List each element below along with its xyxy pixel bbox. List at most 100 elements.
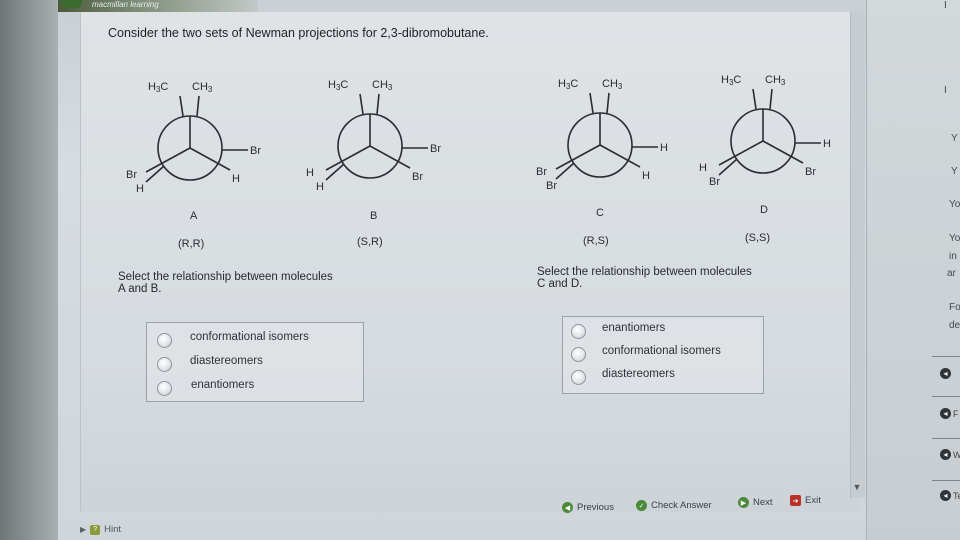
right-panel-item-2-label: F bbox=[953, 409, 959, 419]
right-panel-fragment-1: Y bbox=[951, 133, 958, 144]
molecule-d-label-back-bottom-left: Br bbox=[709, 176, 720, 188]
previous-icon: ◀ bbox=[562, 502, 573, 513]
molecule-a-back-bond-top-left bbox=[179, 95, 184, 117]
part2-prompt: Select the relationship between molecule… bbox=[537, 266, 752, 290]
right-panel-divider-2 bbox=[932, 396, 960, 397]
part1-radio-2[interactable] bbox=[157, 357, 172, 372]
right-panel-fragment-4: Yo bbox=[949, 233, 960, 244]
molecule-a-config: (R,R) bbox=[178, 238, 205, 250]
right-panel-fragment-5: in bbox=[949, 251, 957, 262]
molecule-c-front-bond-left bbox=[555, 144, 601, 170]
part1-radio-3[interactable] bbox=[157, 381, 172, 396]
molecule-a-back-bond-top-right bbox=[196, 95, 200, 117]
molecule-c-back-bond-top-left bbox=[589, 92, 594, 114]
molecule-d-back-bond-bottom-left bbox=[718, 158, 738, 176]
part2-radio-1[interactable] bbox=[571, 324, 586, 339]
check-answer-button[interactable]: ✓ Check Answer bbox=[636, 500, 712, 511]
molecule-b-back-bond-top-left bbox=[359, 93, 364, 115]
right-panel-fragment-3: Yo bbox=[949, 199, 960, 210]
question-scrollbar[interactable] bbox=[850, 12, 865, 498]
molecule-b-front-bond-left bbox=[325, 145, 371, 171]
molecule-b-label-back-top-right: CH3 bbox=[372, 79, 393, 92]
part1-option-1[interactable]: conformational isomers bbox=[190, 331, 309, 343]
molecule-d-front-bond-right bbox=[762, 140, 804, 164]
molecule-c-front-bond-right bbox=[599, 144, 641, 168]
right-panel-item-3-icon[interactable]: ◂ bbox=[940, 449, 951, 460]
molecule-c-label-back-top-left: H3C bbox=[558, 78, 578, 91]
right-panel-item-3-label: W bbox=[953, 450, 960, 460]
molecule-a-label-back-bottom-left: H bbox=[136, 183, 144, 195]
next-icon: ▶ bbox=[738, 497, 749, 508]
molecule-d-front-bond-left bbox=[718, 140, 764, 166]
part2-prompt-line1: Select the relationship between molecule… bbox=[537, 266, 752, 278]
part2-option-1[interactable]: enantiomers bbox=[602, 322, 665, 334]
checkmark-icon: ✓ bbox=[636, 500, 647, 511]
scroll-down-icon[interactable]: ▼ bbox=[850, 480, 864, 494]
molecule-d-letter: D bbox=[760, 204, 768, 216]
hint-link[interactable]: ▶ ? Hint bbox=[80, 524, 121, 535]
right-panel-fragment-7: Fo bbox=[949, 302, 960, 313]
expand-arrow-icon: ▶ bbox=[80, 525, 87, 534]
molecule-a-label-back-top-right: CH3 bbox=[192, 81, 213, 94]
molecule-d-label-back-right: H bbox=[823, 138, 831, 150]
molecule-c-label-front-left: Br bbox=[536, 166, 547, 178]
part1-prompt: Select the relationship between molecule… bbox=[118, 271, 333, 295]
molecule-a-label-front-right: H bbox=[232, 173, 240, 185]
previous-label: Previous bbox=[577, 502, 614, 513]
molecule-b-label-back-top-left: H3C bbox=[328, 79, 348, 92]
molecule-a-front-bond-left bbox=[145, 147, 191, 173]
exit-button[interactable]: ➜ Exit bbox=[790, 495, 821, 506]
right-panel-letter-1: I bbox=[944, 0, 947, 11]
molecule-d-label-front-right: Br bbox=[805, 166, 816, 178]
molecule-b-config: (S,R) bbox=[357, 236, 383, 248]
molecule-c-letter: C bbox=[596, 207, 604, 219]
right-panel-divider-3 bbox=[932, 438, 960, 439]
part2-prompt-line2: C and D. bbox=[537, 278, 583, 290]
part1-option-2[interactable]: diastereomers bbox=[190, 355, 263, 367]
molecule-d-label-front-left: H bbox=[699, 162, 707, 174]
part2-option-3[interactable]: diastereomers bbox=[602, 368, 675, 380]
right-panel-fragment-2: Y bbox=[951, 166, 958, 177]
right-panel-letter-2: I bbox=[944, 85, 947, 96]
molecule-a-label-back-top-left: H3C bbox=[148, 81, 168, 94]
molecule-d-label-back-top-right: CH3 bbox=[765, 74, 786, 87]
molecule-d-back-bond-top-right bbox=[769, 88, 773, 110]
next-button[interactable]: ▶ Next bbox=[738, 497, 773, 508]
part2-option-2[interactable]: conformational isomers bbox=[602, 345, 721, 357]
molecule-b-back-bond-top-right bbox=[376, 93, 380, 115]
right-panel-divider-1 bbox=[932, 356, 960, 357]
right-panel-item-4-label: Te bbox=[953, 491, 960, 501]
molecule-b-back-bond-bottom-left bbox=[325, 163, 345, 181]
exit-icon: ➜ bbox=[790, 495, 801, 506]
molecule-c-label-back-right: H bbox=[660, 142, 668, 154]
molecule-c-label-front-right: H bbox=[642, 170, 650, 182]
part1-radio-1[interactable] bbox=[157, 333, 172, 348]
part2-radio-3[interactable] bbox=[571, 370, 586, 385]
part2-radio-2[interactable] bbox=[571, 347, 586, 362]
molecule-b-front-bond-right bbox=[369, 145, 411, 169]
right-panel-item-2-icon[interactable]: ◂ bbox=[940, 408, 951, 419]
right-panel-item-4-icon[interactable]: ◂ bbox=[940, 490, 951, 501]
molecule-b-label-front-left: H bbox=[306, 167, 314, 179]
molecule-d-back-bond-top-left bbox=[752, 88, 757, 110]
molecule-d-label-back-top-left: H3C bbox=[721, 74, 741, 87]
exit-label: Exit bbox=[805, 495, 821, 506]
right-panel-item-1-icon[interactable]: ◂ bbox=[940, 368, 951, 379]
hint-label: Hint bbox=[104, 524, 122, 535]
part1-option-3[interactable]: enantiomers bbox=[191, 379, 254, 391]
molecule-a-label-front-left: Br bbox=[126, 169, 137, 181]
molecule-a-label-back-right: Br bbox=[250, 145, 261, 157]
part1-prompt-line2: A and B. bbox=[118, 283, 162, 295]
next-label: Next bbox=[753, 497, 773, 508]
molecule-d-config: (S,S) bbox=[745, 232, 771, 244]
right-panel-divider-4 bbox=[932, 480, 960, 481]
molecule-c-back-bond-top-right bbox=[606, 92, 610, 114]
molecule-c-label-back-top-right: CH3 bbox=[602, 78, 623, 91]
previous-button[interactable]: ◀ Previous bbox=[562, 502, 614, 513]
molecule-c-config: (R,S) bbox=[583, 235, 609, 247]
newman-projections: H3C CH3BrBr HHH3C CH3BrH BrHH3C CH3HBr HBrH3C C… bbox=[126, 74, 831, 195]
molecule-b-letter: B bbox=[370, 210, 378, 222]
molecule-a-front-bond-right bbox=[189, 147, 231, 171]
molecule-a-letter: A bbox=[190, 210, 198, 222]
check-answer-label: Check Answer bbox=[651, 500, 712, 511]
